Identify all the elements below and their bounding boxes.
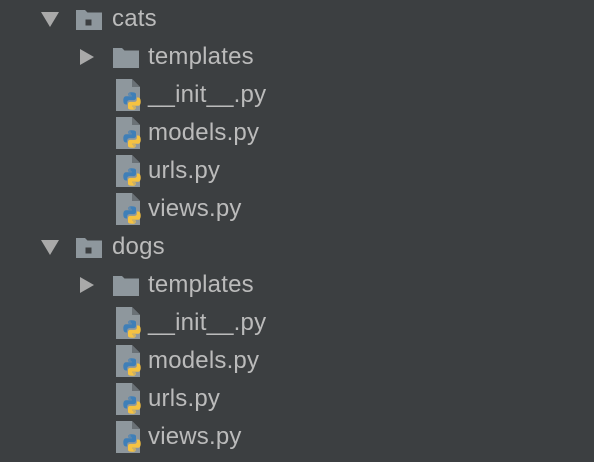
tree-node-label: urls.py: [148, 157, 221, 184]
python-file-icon: [114, 382, 144, 416]
tree-node-cats-views[interactable]: views.py: [0, 190, 594, 228]
tree-node-label: __init__.py: [148, 309, 267, 336]
tree-node-label: views.py: [148, 195, 242, 222]
tree-node-label: models.py: [148, 347, 260, 374]
chevron-right-icon[interactable]: [80, 49, 94, 65]
tree-node-dogs[interactable]: dogs: [0, 228, 594, 266]
python-file-icon: [114, 154, 144, 188]
tree-node-label: cats: [112, 5, 157, 32]
tree-node-cats[interactable]: cats: [0, 0, 594, 38]
tree-node-label: models.py: [148, 119, 260, 146]
folder-icon: [112, 45, 140, 69]
tree-node-cats-init[interactable]: __init__.py: [0, 76, 594, 114]
tree-node-label: urls.py: [148, 385, 221, 412]
tree-node-cats-models[interactable]: models.py: [0, 114, 594, 152]
tree-node-cats-urls[interactable]: urls.py: [0, 152, 594, 190]
package-folder-icon: [75, 7, 103, 31]
tree-node-dogs-init[interactable]: __init__.py: [0, 304, 594, 342]
tree-node-label: __init__.py: [148, 81, 267, 108]
tree-node-label: templates: [148, 43, 254, 70]
tree-node-label: views.py: [148, 423, 242, 450]
tree-node-dogs-views[interactable]: views.py: [0, 418, 594, 456]
project-tree: cats templates __init__.py models.py url…: [0, 0, 594, 462]
python-file-icon: [114, 192, 144, 226]
python-file-icon: [114, 78, 144, 112]
python-file-icon: [114, 116, 144, 150]
chevron-right-icon[interactable]: [80, 277, 94, 293]
tree-node-dogs-templates[interactable]: templates: [0, 266, 594, 304]
chevron-down-icon[interactable]: [41, 240, 59, 255]
python-file-icon: [114, 306, 144, 340]
package-folder-icon: [75, 235, 103, 259]
folder-icon: [112, 273, 140, 297]
chevron-down-icon[interactable]: [41, 12, 59, 27]
tree-node-dogs-models[interactable]: models.py: [0, 342, 594, 380]
tree-node-label: templates: [148, 271, 254, 298]
tree-node-label: dogs: [112, 233, 165, 260]
python-file-icon: [114, 344, 144, 378]
tree-node-cats-templates[interactable]: templates: [0, 38, 594, 76]
tree-node-dogs-urls[interactable]: urls.py: [0, 380, 594, 418]
python-file-icon: [114, 420, 144, 454]
